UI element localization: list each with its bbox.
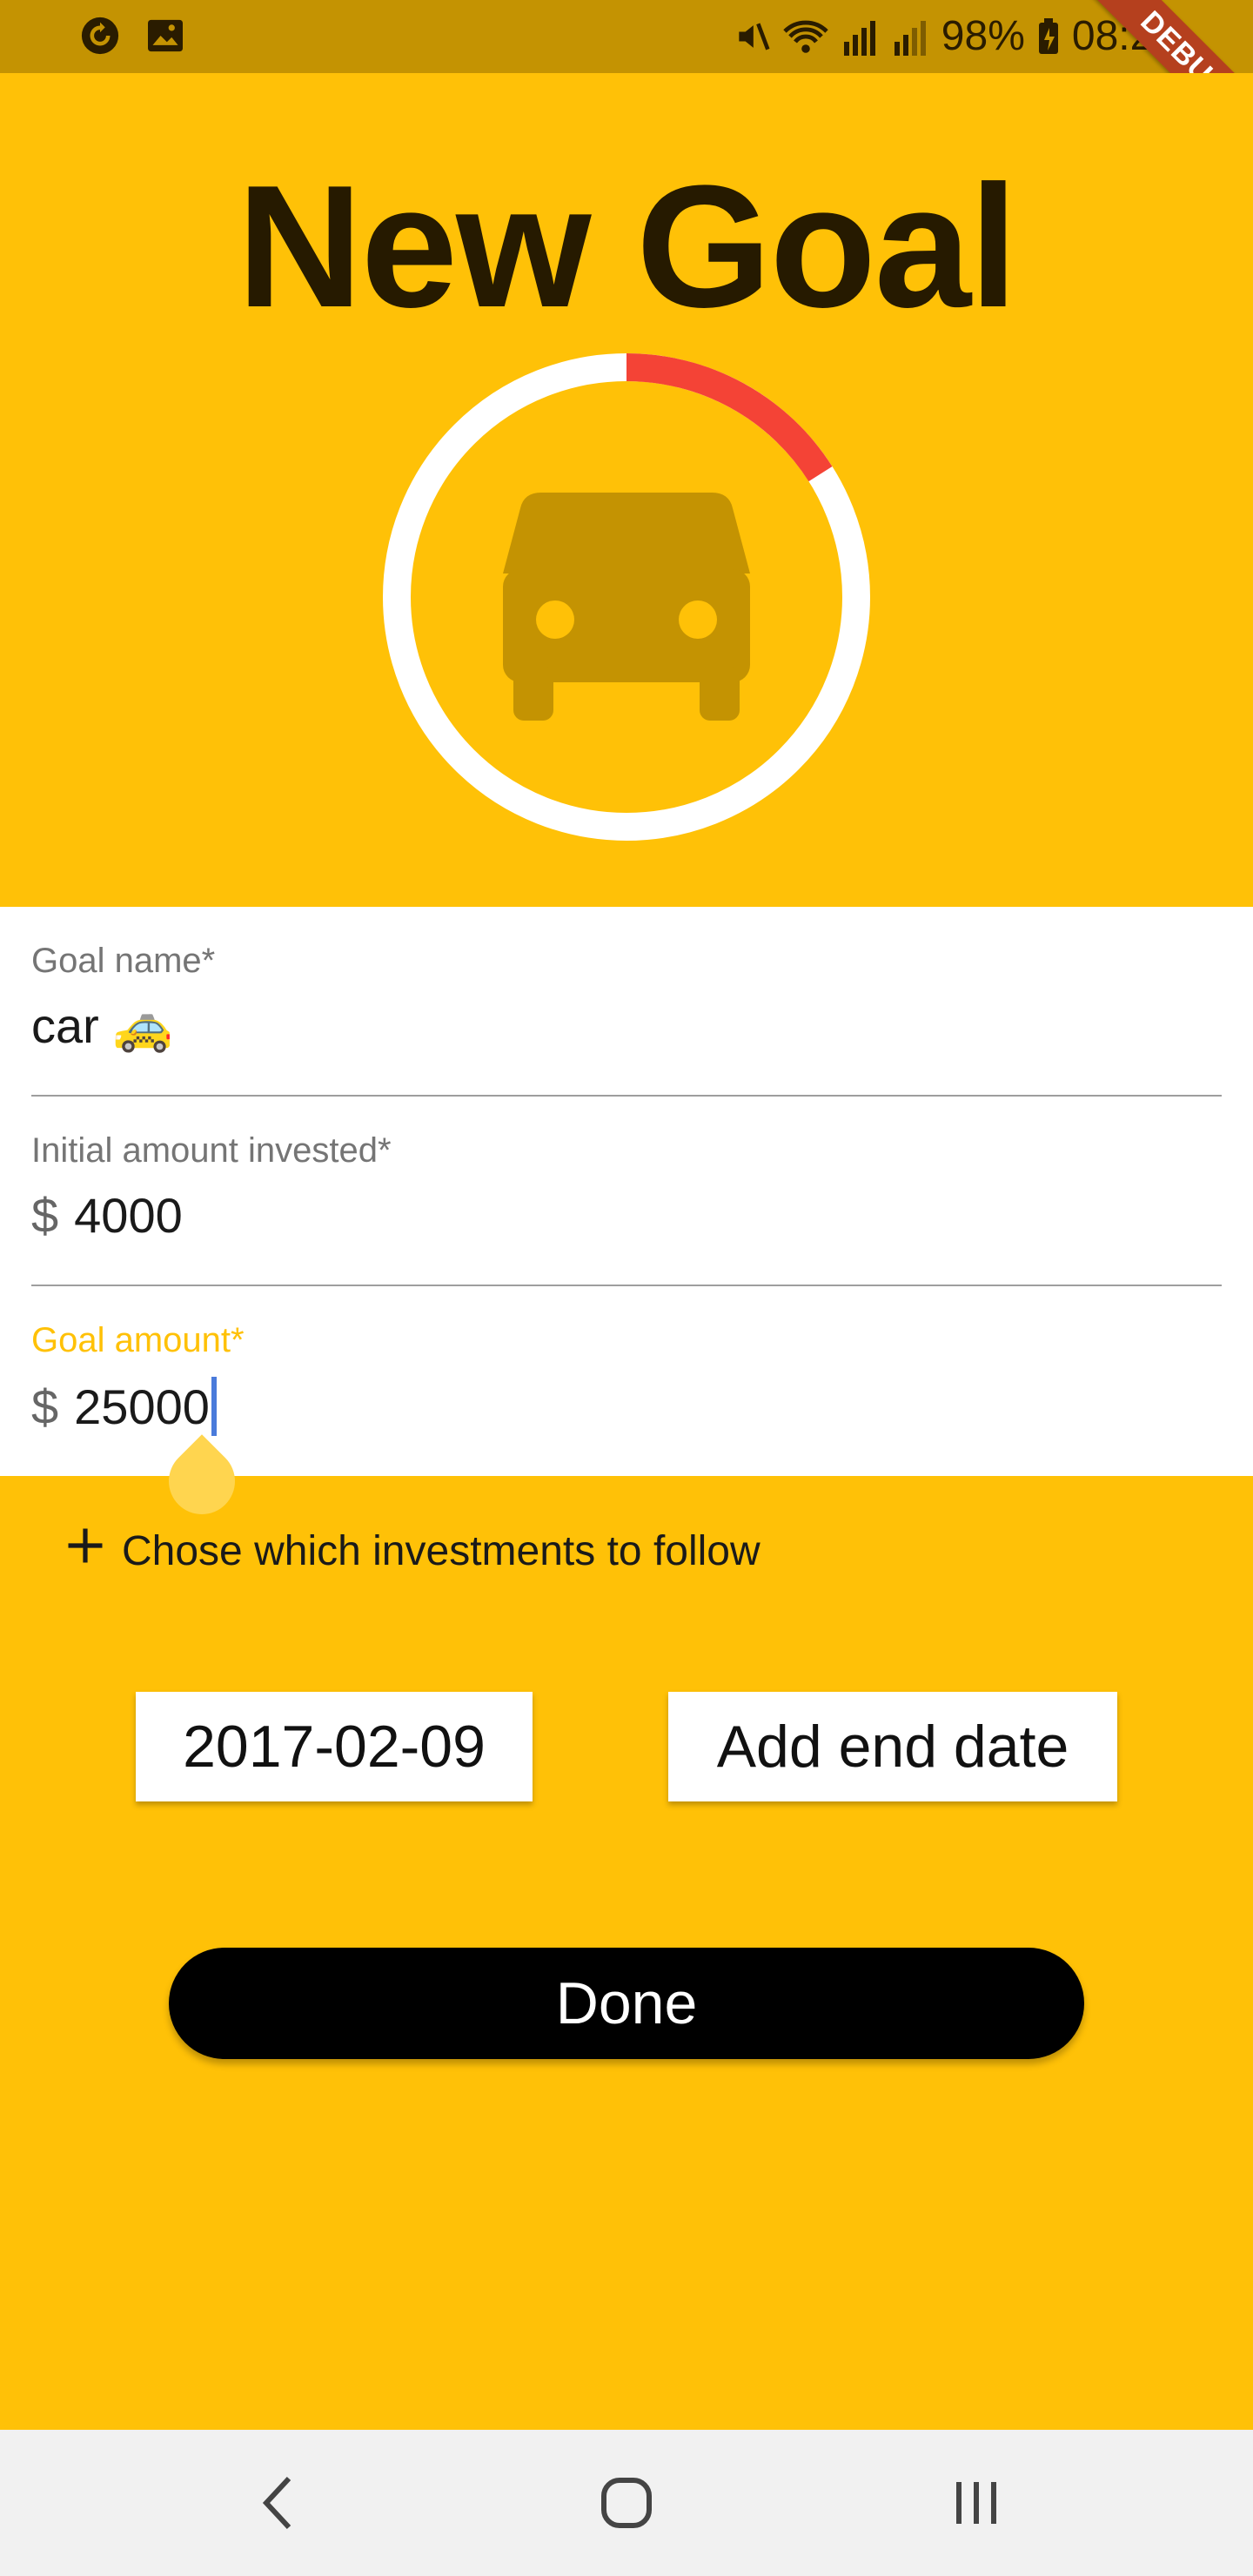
done-button[interactable]: Done [169,1948,1084,2059]
status-right: 98% 08:27 [733,12,1176,60]
car-icon [503,493,750,721]
system-nav-bar [0,2430,1253,2576]
signal-r-icon [841,17,879,56]
recents-icon[interactable] [950,2468,1002,2542]
initial-amount-input[interactable]: 4000 [74,1187,183,1244]
goal-header: New Goal [0,73,1253,907]
initial-amount-field[interactable]: Initial amount invested* $ 4000 [0,1097,1253,1286]
currency-prefix: $ [31,1379,59,1434]
page-title: New Goal [237,150,1017,344]
goal-amount-input-wrap[interactable]: $ 25000 [31,1377,217,1436]
text-cursor [211,1377,217,1436]
goal-name-label: Goal name* [31,942,216,980]
goal-amount-label: Goal amount* [31,1321,245,1359]
goal-name-input[interactable]: car 🚕 [31,997,173,1055]
home-icon[interactable] [597,2468,656,2542]
image-icon [146,18,184,53]
plus-icon [63,1523,108,1579]
goal-progress-ring [383,353,870,841]
initial-amount-label: Initial amount invested* [31,1131,392,1170]
status-left [80,16,184,56]
start-date-button[interactable]: 2017-02-09 [136,1692,533,1801]
follow-investments-label: Chose which investments to follow [122,1527,761,1574]
goal-form: Goal name* car 🚕 Initial amount invested… [0,907,1253,1476]
follow-investments-button[interactable]: Chose which investments to follow [63,1523,761,1579]
currency-prefix: $ [31,1188,59,1243]
done-button-label: Done [555,1970,698,2036]
goal-amount-input[interactable]: 25000 [74,1379,210,1435]
sync-icon [80,16,120,56]
status-bar: 98% 08:27 [0,0,1253,73]
back-icon[interactable] [258,2468,296,2542]
battery-charging-icon [1037,17,1060,56]
goal-name-field[interactable]: Goal name* car 🚕 [0,907,1253,1097]
end-date-button[interactable]: Add end date [668,1692,1117,1801]
signal-icon [891,17,929,56]
mute-icon [733,17,771,56]
wifi-icon [783,17,828,56]
battery-percent: 98% [941,13,1025,59]
initial-amount-input-wrap[interactable]: $ 4000 [31,1187,183,1244]
